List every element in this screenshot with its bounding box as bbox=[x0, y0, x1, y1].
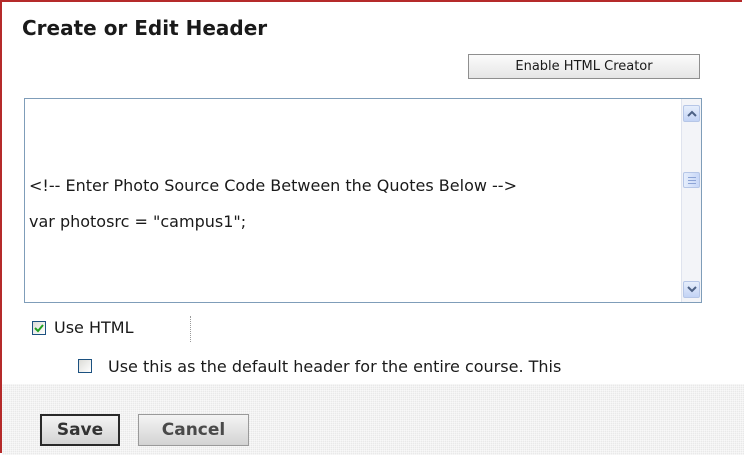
header-editor-panel: Create or Edit Header Enable HTML Creato… bbox=[0, 0, 744, 455]
use-html-checkbox[interactable] bbox=[32, 321, 46, 335]
editor-content[interactable]: <!-- Enter Photo Source Code Between the… bbox=[29, 175, 669, 247]
footer-action-bar: Save Cancel bbox=[2, 384, 744, 455]
page-title: Create or Edit Header bbox=[22, 16, 268, 40]
thumb-grip-line bbox=[688, 180, 696, 181]
header-code-editor[interactable]: <!-- Enter Photo Source Code Between the… bbox=[24, 98, 702, 303]
thumb-grip-line bbox=[688, 183, 696, 184]
thumb-grip-line bbox=[688, 177, 696, 178]
checkmark-icon bbox=[34, 324, 44, 333]
focus-dotted-divider bbox=[190, 316, 191, 342]
scroll-up-button[interactable] bbox=[683, 105, 700, 122]
editor-scrollbar[interactable] bbox=[681, 99, 701, 302]
cancel-button[interactable]: Cancel bbox=[138, 414, 249, 446]
chevron-up-icon bbox=[687, 110, 697, 117]
editor-line: var photosrc = "campus1"; bbox=[29, 212, 247, 231]
default-header-label[interactable]: Use this as the default header for the e… bbox=[108, 357, 561, 376]
use-html-label[interactable]: Use HTML bbox=[54, 318, 134, 337]
scroll-down-button[interactable] bbox=[683, 281, 700, 298]
default-header-checkbox[interactable] bbox=[78, 359, 92, 373]
scrollbar-thumb[interactable] bbox=[683, 172, 700, 188]
enable-html-creator-button[interactable]: Enable HTML Creator bbox=[468, 54, 700, 79]
editor-line: <!-- Enter Photo Source Code Between the… bbox=[29, 176, 517, 195]
save-button[interactable]: Save bbox=[40, 414, 120, 446]
chevron-down-icon bbox=[687, 286, 697, 293]
